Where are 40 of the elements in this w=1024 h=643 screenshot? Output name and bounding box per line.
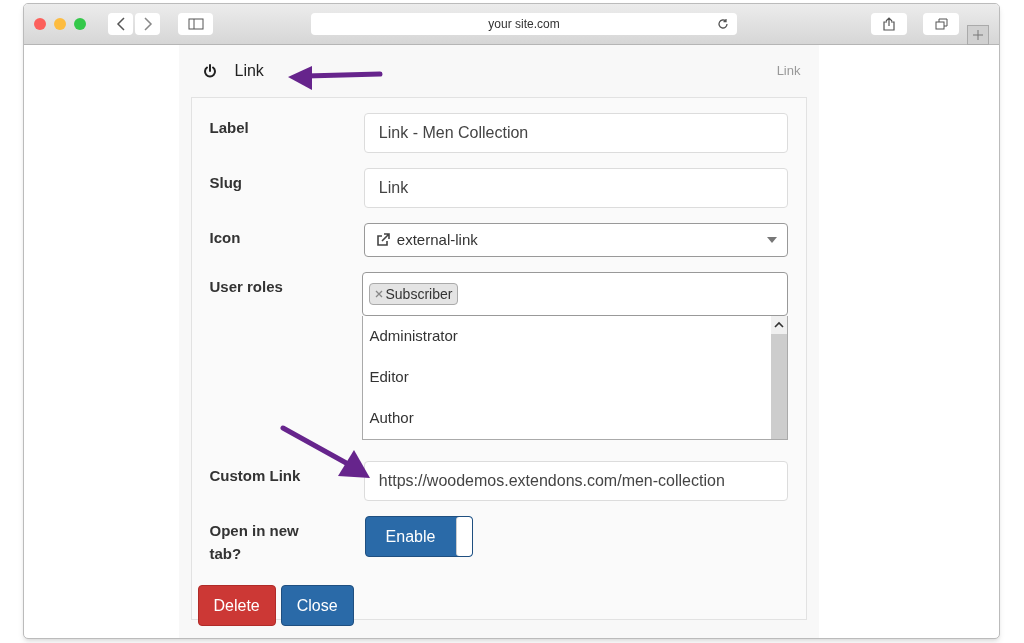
sidebar-button[interactable] <box>178 13 213 35</box>
plus-icon <box>972 29 984 41</box>
delete-button[interactable]: Delete <box>197 585 276 626</box>
scrollbar[interactable] <box>770 316 787 439</box>
share-button[interactable] <box>871 13 907 35</box>
dropdown-option[interactable]: Administrator <box>362 316 771 357</box>
back-icon <box>115 17 126 31</box>
sidebar-icon <box>187 18 204 30</box>
field-label: Icon <box>209 228 242 248</box>
caret-icon <box>766 237 777 243</box>
toggle-switch[interactable]: Enable <box>364 516 473 557</box>
field-label: Label <box>209 118 250 138</box>
input-field[interactable]: Link - Men Collection <box>363 113 788 153</box>
field-label: User roles <box>209 277 284 297</box>
forward-button[interactable] <box>135 13 160 35</box>
share-icon <box>883 17 895 31</box>
field-label: Custom Link <box>209 466 302 486</box>
select-field[interactable]: external-link <box>363 223 788 257</box>
select-value: external-link <box>396 229 479 250</box>
tabs-button[interactable] <box>923 13 959 35</box>
address-bar[interactable]: your site.com <box>311 13 737 35</box>
dropdown-option[interactable]: Editor <box>362 357 771 398</box>
forward-icon <box>142 17 153 31</box>
dropdown-option[interactable]: Author <box>362 398 771 439</box>
input-field[interactable]: https://woodemos.extendons.com/men-collection <box>363 461 788 501</box>
close-button[interactable]: Close <box>280 585 354 626</box>
power-icon <box>202 64 217 78</box>
back-button[interactable] <box>108 13 133 35</box>
remove-icon[interactable] <box>374 290 383 298</box>
input-field[interactable]: Link <box>363 168 788 208</box>
tags-field[interactable]: Subscriber <box>361 272 788 316</box>
external-link-icon <box>374 232 391 248</box>
field-label: Slug <box>209 173 243 193</box>
reload-icon[interactable] <box>717 18 729 30</box>
field-label: Open in new tab? <box>209 521 300 564</box>
panel-type-label: Link <box>776 62 801 81</box>
tabs-icon <box>934 18 948 30</box>
panel-title: Link <box>234 61 264 81</box>
tag-chip[interactable]: Subscriber <box>368 283 459 305</box>
new-tab-button[interactable] <box>967 25 989 45</box>
